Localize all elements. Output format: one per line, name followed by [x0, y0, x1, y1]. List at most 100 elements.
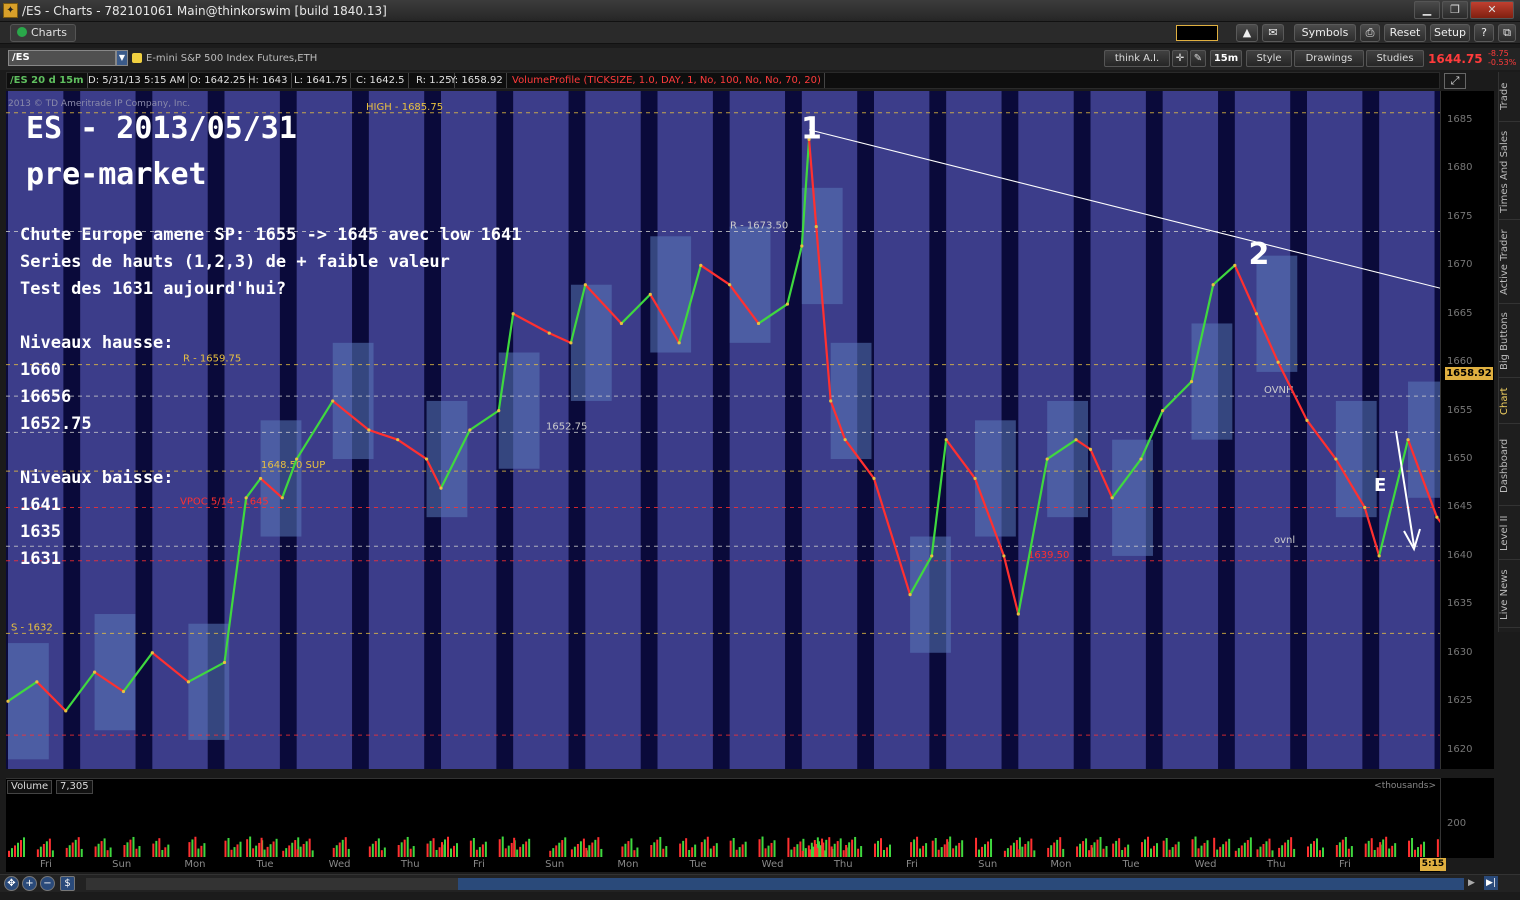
volume-bar [790, 849, 793, 857]
volume-bar [252, 848, 255, 857]
volume-bar [633, 850, 636, 857]
alert-icon[interactable]: ▲ [1236, 24, 1258, 42]
scroll-right-icon[interactable]: ▶ [1468, 878, 1475, 888]
print-icon[interactable]: ⎙ [1360, 24, 1380, 42]
volume-bar [51, 850, 54, 857]
volume-bar [729, 840, 732, 857]
sidetab-active-trader[interactable]: Active Trader [1499, 222, 1520, 304]
hausse-level: 16656 [20, 387, 72, 407]
setup-button[interactable]: Setup [1430, 24, 1470, 42]
horizontal-scrollbar[interactable] [86, 878, 1464, 890]
volume-bar [709, 848, 712, 857]
volume-bar [819, 845, 822, 857]
date-tick: Thu [833, 859, 853, 870]
dollar-icon[interactable]: $ [60, 876, 75, 891]
volume-profile-study[interactable]: VolumeProfile (TICKSIZE, 1.0, DAY, 1, No… [509, 73, 825, 88]
chevron-down-icon[interactable]: ▼ [116, 50, 128, 66]
net-change-percent: -0.53% [1488, 58, 1517, 67]
minimize-icon[interactable]: ▁ [1414, 1, 1440, 19]
annotation-subtitle: pre-market [26, 157, 207, 192]
volume-bar [94, 846, 97, 857]
price-tick: 1625 [1447, 695, 1473, 707]
chat-icon[interactable]: ✉ [1262, 24, 1284, 42]
volume-bar [1191, 839, 1194, 857]
wrench-icon[interactable]: ✎ [1190, 50, 1206, 67]
volume-bar [836, 841, 839, 857]
drawings-button[interactable]: Drawings [1294, 50, 1364, 67]
date-tick: Wed [328, 859, 351, 870]
watchlist-icon[interactable] [132, 53, 142, 63]
price-tick: 1630 [1447, 646, 1473, 658]
help-icon[interactable]: ? [1474, 24, 1494, 42]
volume-bar [255, 845, 258, 857]
volume-bar [374, 841, 377, 857]
volume-bar [1050, 845, 1053, 857]
volume-bar [600, 848, 603, 857]
volume-bar [311, 850, 314, 857]
last-price: 1644.75 [1428, 52, 1483, 66]
volume-bar [77, 837, 80, 857]
scrollbar-thumb[interactable] [458, 878, 1464, 890]
instrument-name: E-mini S&P 500 Index Futures,ETH [146, 53, 318, 64]
price-tick: 1650 [1447, 453, 1473, 465]
volume-bar [1265, 841, 1268, 857]
zoom-in-icon[interactable]: + [22, 876, 37, 891]
pan-icon[interactable]: ✥ [4, 876, 19, 891]
bar-close: C: 1642.5 [353, 73, 409, 88]
volume-bar [288, 845, 291, 857]
detach-icon[interactable]: ⧉ [1498, 24, 1516, 42]
volume-bar [246, 839, 249, 857]
volume-bar [888, 844, 891, 857]
symbols-button[interactable]: Symbols [1294, 24, 1356, 42]
reset-button[interactable]: Reset [1384, 24, 1426, 42]
sidetab-trade[interactable]: Trade [1499, 72, 1520, 122]
volume-bar [135, 848, 138, 857]
expand-icon[interactable]: ⤢ [1444, 73, 1466, 89]
studies-button[interactable]: Studies [1366, 50, 1424, 67]
end-icon[interactable]: ▶| [1484, 876, 1498, 890]
volume-bar [1318, 850, 1321, 857]
price-chart[interactable]: HIGH - 1685.75 R - 1673.50 R - 1659.75 OVNH… [6, 91, 1440, 769]
volume-bar [1168, 849, 1171, 857]
style-button[interactable]: Style [1246, 50, 1292, 67]
date-tick: Mon [1050, 859, 1072, 870]
volume-bar [934, 837, 937, 857]
sidetab-big-buttons[interactable]: Big Buttons [1499, 306, 1520, 378]
maximize-icon[interactable]: ❐ [1442, 1, 1468, 19]
zoom-out-icon[interactable]: − [40, 876, 55, 891]
volume-bar [11, 848, 13, 857]
volume-chart[interactable]: Volume 7,305 <thousands> [6, 778, 1440, 858]
sidetab-level-ii[interactable]: Level II [1499, 508, 1520, 560]
volume-bar [946, 839, 949, 857]
hausse-level: 1660 [20, 360, 61, 380]
timeframe-button[interactable]: 15m [1210, 50, 1242, 67]
think-ai-button[interactable]: think A.I. [1104, 50, 1170, 67]
aggregation-label[interactable]: /ES 20 d 15m [7, 73, 88, 88]
sidetab-live-news[interactable]: Live News [1499, 562, 1520, 628]
link-color-box[interactable] [1176, 25, 1218, 41]
close-icon[interactable]: ✕ [1470, 1, 1514, 19]
e-label: E [1374, 475, 1387, 496]
date-tick: Thu [400, 859, 420, 870]
volume-bar [1262, 843, 1265, 857]
volume-bar [14, 845, 16, 857]
volume-bar [1388, 848, 1391, 857]
charts-tab[interactable]: Charts [10, 24, 76, 42]
volume-bar [952, 848, 955, 857]
main-toolbar: Charts ▲ ✉ Symbols ⎙ Reset Setup ? ⧉ [0, 22, 1520, 44]
price-axis[interactable]: 1685 1680 1675 1670 1665 1660 1655 1650 1645 1640… [1440, 91, 1494, 769]
crosshair-icon[interactable]: ✛ [1172, 50, 1188, 67]
volume-bar [71, 842, 74, 857]
sidetab-times-and-sales[interactable]: Times And Sales [1499, 124, 1520, 220]
date-tick: Fri [472, 859, 485, 870]
volume-bar [233, 847, 236, 857]
symbol-input[interactable]: /ES [8, 50, 116, 66]
volume-bar [36, 849, 39, 857]
volume-bar [452, 845, 455, 857]
volume-bar [443, 839, 446, 857]
volume-bar [507, 845, 510, 857]
sidetab-dashboard[interactable]: Dashboard [1499, 426, 1520, 506]
volume-bar [282, 850, 285, 857]
sidetab-chart[interactable]: Chart [1499, 380, 1520, 424]
volume-bar [263, 849, 266, 857]
